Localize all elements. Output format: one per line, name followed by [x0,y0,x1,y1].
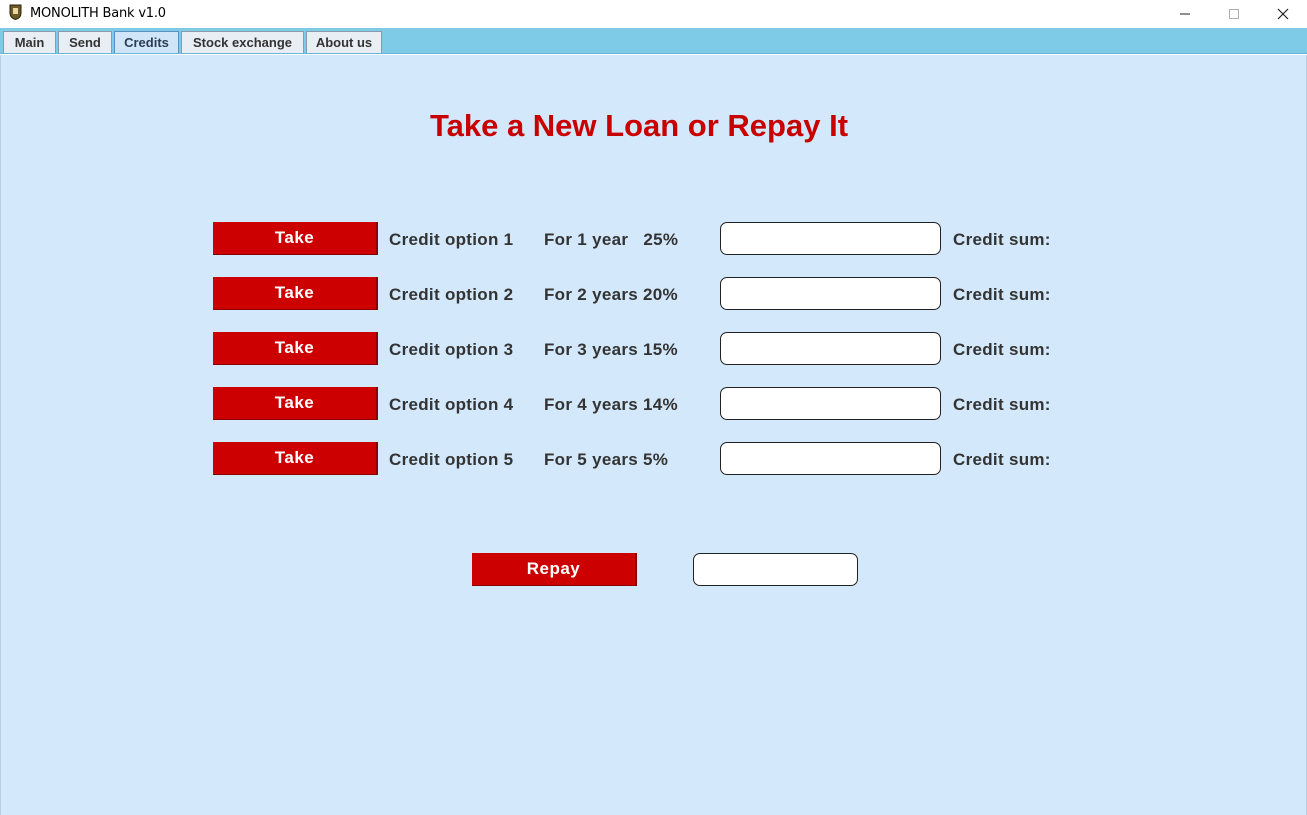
take-credit-1-button[interactable]: Take [213,222,378,255]
credit-sum-2-label: Credit sum: [953,285,1051,304]
tab-strip: Main Send Credits Stock exchange About u… [0,28,1307,54]
credits-panel: Take a New Loan or Repay It Take Credit … [0,55,1307,815]
take-credit-3-button[interactable]: Take [213,332,378,365]
close-button[interactable] [1260,0,1306,28]
credit-option-1-label: Credit option 1 [389,230,514,249]
credit-option-5-term: For 5 years 5% [544,450,669,469]
take-credit-4-button[interactable]: Take [213,387,378,420]
tab-send[interactable]: Send [58,31,112,53]
credit-option-4-term: For 4 years 14% [544,395,678,414]
window-title: MONOLITH Bank v1.0 [30,6,166,21]
credit-option-2-label: Credit option 2 [389,285,514,304]
bank-shield-icon [9,4,22,20]
credit-option-1-input[interactable] [720,222,941,255]
tab-main[interactable]: Main [3,31,56,53]
credit-option-3-term: For 3 years 15% [544,340,678,359]
credit-option-4-input[interactable] [720,387,941,420]
maximize-button[interactable] [1211,0,1257,28]
credit-sum-4-label: Credit sum: [953,395,1051,414]
tab-about-us[interactable]: About us [306,31,382,53]
close-icon [1277,8,1289,20]
credit-option-5-label: Credit option 5 [389,450,514,469]
minimize-button[interactable] [1162,0,1208,28]
take-credit-2-button[interactable]: Take [213,277,378,310]
take-credit-5-button[interactable]: Take [213,442,378,475]
repay-button[interactable]: Repay [472,553,637,586]
credit-option-3-input[interactable] [720,332,941,365]
credit-option-5-input[interactable] [720,442,941,475]
credit-sum-5-label: Credit sum: [953,450,1051,469]
credit-option-2-input[interactable] [720,277,941,310]
credit-sum-1-label: Credit sum: [953,230,1051,249]
tab-credits[interactable]: Credits [114,31,179,53]
repay-amount-input[interactable] [693,553,858,586]
credit-option-4-label: Credit option 4 [389,395,514,414]
tab-stock-exchange[interactable]: Stock exchange [181,31,304,53]
credit-option-2-term: For 2 years 20% [544,285,678,304]
page-title: Take a New Loan or Repay It [429,108,849,143]
credit-sum-3-label: Credit sum: [953,340,1051,359]
credit-option-1-term: For 1 year 25% [544,230,679,249]
credit-option-3-label: Credit option 3 [389,340,514,359]
maximize-icon [1229,9,1239,19]
window-titlebar: MONOLITH Bank v1.0 [0,0,1307,28]
minimize-icon [1180,13,1190,15]
